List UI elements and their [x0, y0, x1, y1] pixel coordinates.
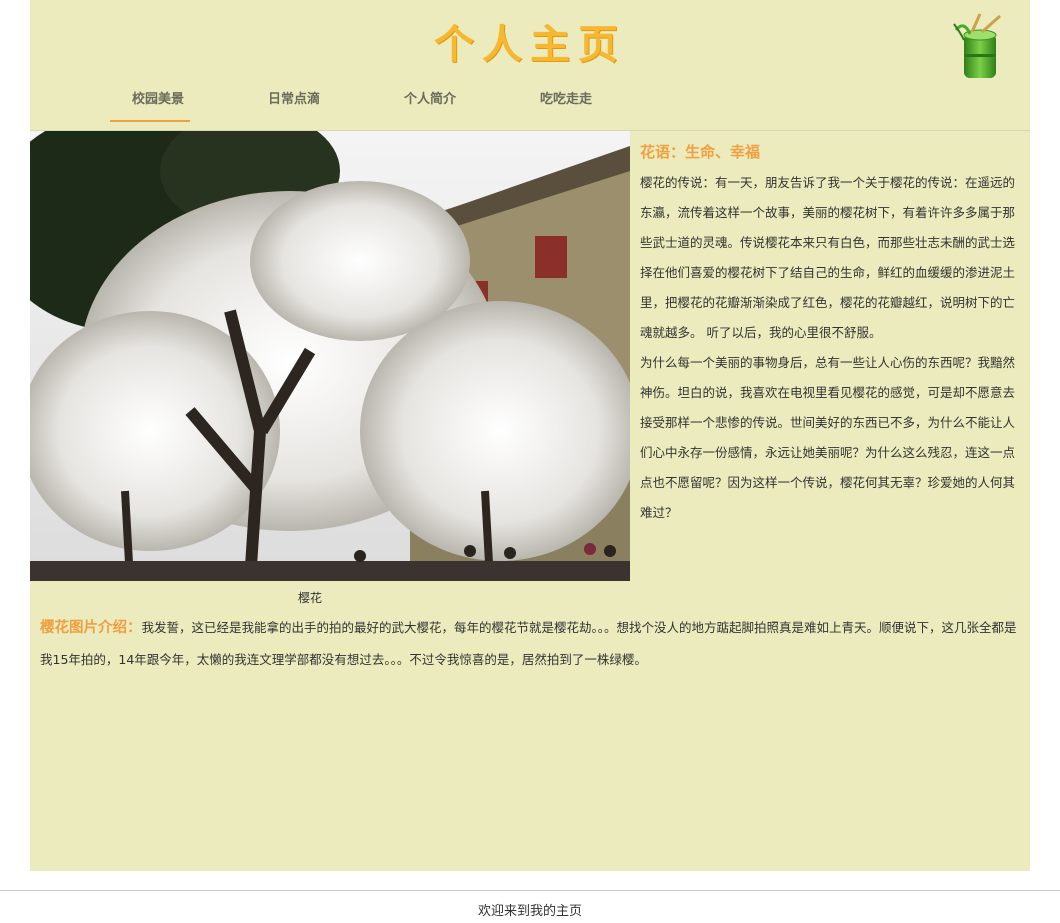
- nav-item-campus[interactable]: 校园美景: [90, 86, 226, 122]
- legend-paragraph: 樱花的传说：有一天，朋友告诉了我一个关于樱花的传说：在遥远的东瀛，流传着这样一个…: [640, 175, 1016, 340]
- header: 个人主页 校园美景 日常点滴 个人简介 吃吃走走: [30, 0, 1030, 131]
- flower-language-section: 花语：生命、幸福 樱花的传说：有一天，朋友告诉了我一个关于樱花的传说：在遥远的东…: [640, 141, 1022, 528]
- footer-text: 欢迎来到我的主页: [477, 904, 582, 919]
- main-nav: 校园美景 日常点滴 个人简介 吃吃走走: [90, 86, 634, 122]
- photo-intro-text: 我发誓，这已经是我能拿的出手的拍的最好的武大樱花，每年的樱花节就是樱花劫。。。想…: [40, 620, 1017, 667]
- bamboo-icon: [953, 13, 1001, 78]
- page-title: 个人主页: [434, 22, 626, 68]
- footer-divider: [0, 890, 1060, 891]
- nav-item-daily[interactable]: 日常点滴: [226, 86, 362, 122]
- photo-intro-label: 樱花图片介绍：: [40, 620, 142, 636]
- page-container: 个人主页 校园美景 日常点滴 个人简介 吃吃走走 樱花 花语：生命、幸福 樱花的…: [30, 0, 1030, 871]
- photo-caption: 樱花: [297, 591, 322, 605]
- flower-language-title: 花语：生命、幸福: [640, 143, 761, 161]
- cherry-blossom-photo: [30, 131, 630, 581]
- nav-item-profile[interactable]: 个人简介: [362, 86, 498, 122]
- nav-item-food[interactable]: 吃吃走走: [498, 86, 634, 122]
- photo-intro: 樱花图片介绍：我发誓，这已经是我能拿的出手的拍的最好的武大樱花，每年的樱花节就是…: [40, 612, 1025, 675]
- reflection-paragraph: 为什么每一个美丽的事物身后，总有一些让人心伤的东西呢？我黯然神伤。坦白的说，我喜…: [640, 355, 1016, 520]
